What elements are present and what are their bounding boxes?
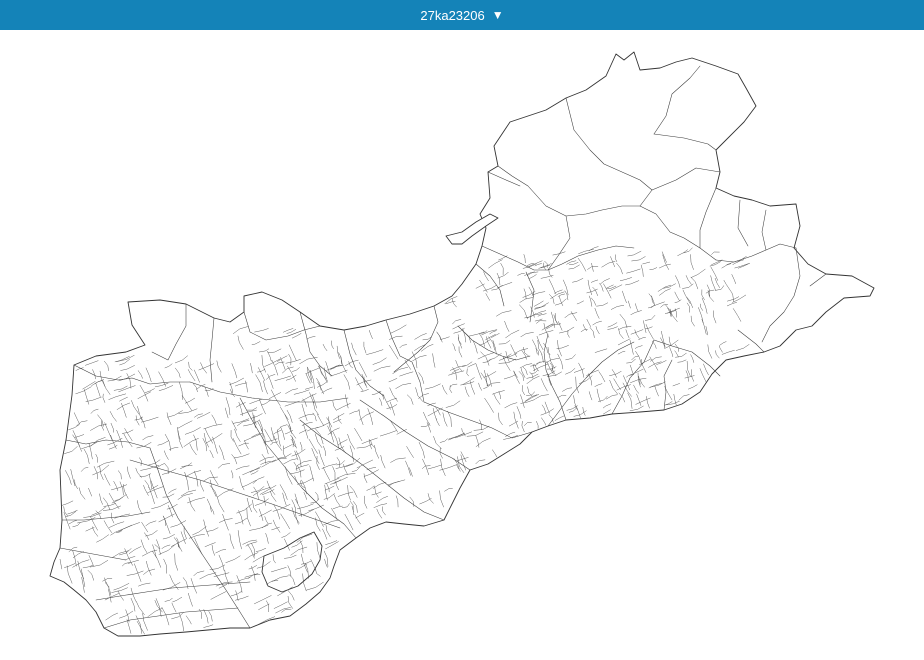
region-selector-button[interactable]: 27ka23206 ▼: [420, 8, 503, 23]
chevron-down-icon: ▼: [491, 8, 504, 22]
city-boundary: [49, 51, 875, 637]
boundary-map: [49, 51, 875, 637]
top-bar: 27ka23206 ▼: [0, 0, 924, 30]
map-canvas[interactable]: [0, 30, 924, 660]
region-code-label: 27ka23206: [420, 7, 485, 23]
